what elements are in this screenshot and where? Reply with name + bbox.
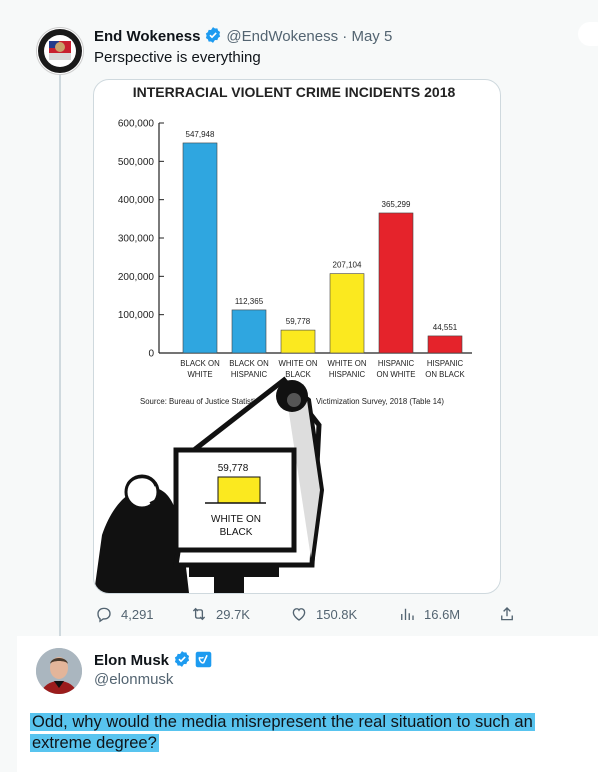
avatar-badge-icon: [38, 29, 82, 73]
retweet-icon: [192, 607, 206, 621]
y-tick-label: 0: [148, 349, 154, 360]
share-icon: [501, 607, 513, 621]
bar-chart: INTERRACIAL VIOLENT CRIME INCIDENTS 2018…: [94, 84, 472, 593]
verified-badge-icon: [204, 26, 222, 50]
tweet-actions: 4,291 29.7K 150.8K 16.6M: [93, 603, 523, 625]
verified-badge-icon: [173, 650, 191, 674]
category-label: WHITE: [187, 370, 212, 379]
bar-value-label: 207,104: [333, 261, 362, 270]
tweet-date[interactable]: May 5: [351, 28, 392, 45]
y-tick-label: 300,000: [118, 234, 155, 245]
reply-text: Odd, why would the media misrepresent th…: [30, 712, 582, 754]
bar-value-label: 59,778: [286, 317, 311, 326]
category-label: HISPANIC: [231, 370, 268, 379]
category-label: WHITE ON: [328, 359, 367, 368]
bar-value-label: 112,365: [235, 297, 264, 306]
monitor-label-1: WHITE ON: [211, 514, 261, 525]
separator: ·: [342, 28, 348, 45]
category-label: ON BLACK: [425, 370, 465, 379]
reply-icon: [97, 607, 111, 623]
heart-icon: [292, 608, 306, 621]
monitor-label-2: BLACK: [220, 527, 253, 538]
bar-value-label: 365,299: [382, 200, 411, 209]
reply-action[interactable]: 4,291: [95, 603, 154, 625]
monitor-bar: [217, 476, 261, 504]
chart-source-tail: Victimization Survey, 2018 (Table 14): [316, 397, 444, 406]
thread-line: [59, 73, 61, 648]
tweet-image[interactable]: INTERRACIAL VIOLENT CRIME INCIDENTS 2018…: [93, 79, 501, 594]
view-count: 16.6M: [424, 606, 461, 622]
like-count: 150.8K: [316, 606, 358, 622]
y-tick-label: 600,000: [118, 119, 155, 130]
category-label: BLACK ON: [180, 359, 219, 368]
bar: [378, 212, 414, 354]
reply-avatar[interactable]: [36, 648, 82, 694]
reply-avatar-portrait: [36, 648, 82, 694]
y-tick-label: 100,000: [118, 310, 155, 321]
monitor-value: 59,778: [218, 463, 249, 474]
bar: [182, 142, 218, 354]
y-tick-label: 200,000: [118, 272, 155, 283]
reply-count: 4,291: [121, 606, 154, 622]
cartoon-illustration: [94, 376, 325, 593]
affiliation-badge-icon[interactable]: [195, 651, 212, 674]
bar: [329, 273, 365, 354]
category-label: BLACK: [285, 370, 311, 379]
category-label: BLACK ON: [229, 359, 268, 368]
reply-author-handle[interactable]: @elonmusk: [94, 670, 173, 690]
reply-text-highlight: Odd, why would the media misrepresent th…: [30, 713, 535, 752]
bar-value-label: 44,551: [433, 323, 458, 332]
category-label: HISPANIC: [427, 359, 464, 368]
category-label: ON WHITE: [377, 370, 416, 379]
bar: [231, 309, 267, 354]
like-action[interactable]: 150.8K: [290, 603, 357, 625]
category-label: WHITE ON: [279, 359, 318, 368]
share-action[interactable]: [498, 603, 516, 625]
retweet-action[interactable]: 29.7K: [190, 603, 250, 625]
category-label: HISPANIC: [378, 359, 415, 368]
bar-value-label: 547,948: [186, 130, 215, 139]
reply-author-name[interactable]: Elon Musk: [94, 652, 169, 669]
author-name[interactable]: End Wokeness: [94, 28, 200, 45]
tweet-header: End Wokeness @EndWokeness · May 5: [94, 26, 392, 50]
y-tick-label: 500,000: [118, 157, 155, 168]
tweet-text: Perspective is everything: [94, 49, 261, 66]
bar: [427, 335, 463, 354]
author-handle[interactable]: @EndWokeness: [226, 28, 338, 45]
retweet-count: 29.7K: [216, 606, 250, 622]
more-options-button[interactable]: [578, 22, 598, 46]
category-label: HISPANIC: [329, 370, 366, 379]
avatar[interactable]: [36, 27, 84, 75]
bar: [280, 329, 316, 354]
chart-title: INTERRACIAL VIOLENT CRIME INCIDENTS 2018: [133, 84, 456, 100]
y-tick-label: 400,000: [118, 195, 155, 206]
views-chart-icon: [401, 608, 414, 620]
views-action[interactable]: 16.6M: [398, 603, 460, 625]
